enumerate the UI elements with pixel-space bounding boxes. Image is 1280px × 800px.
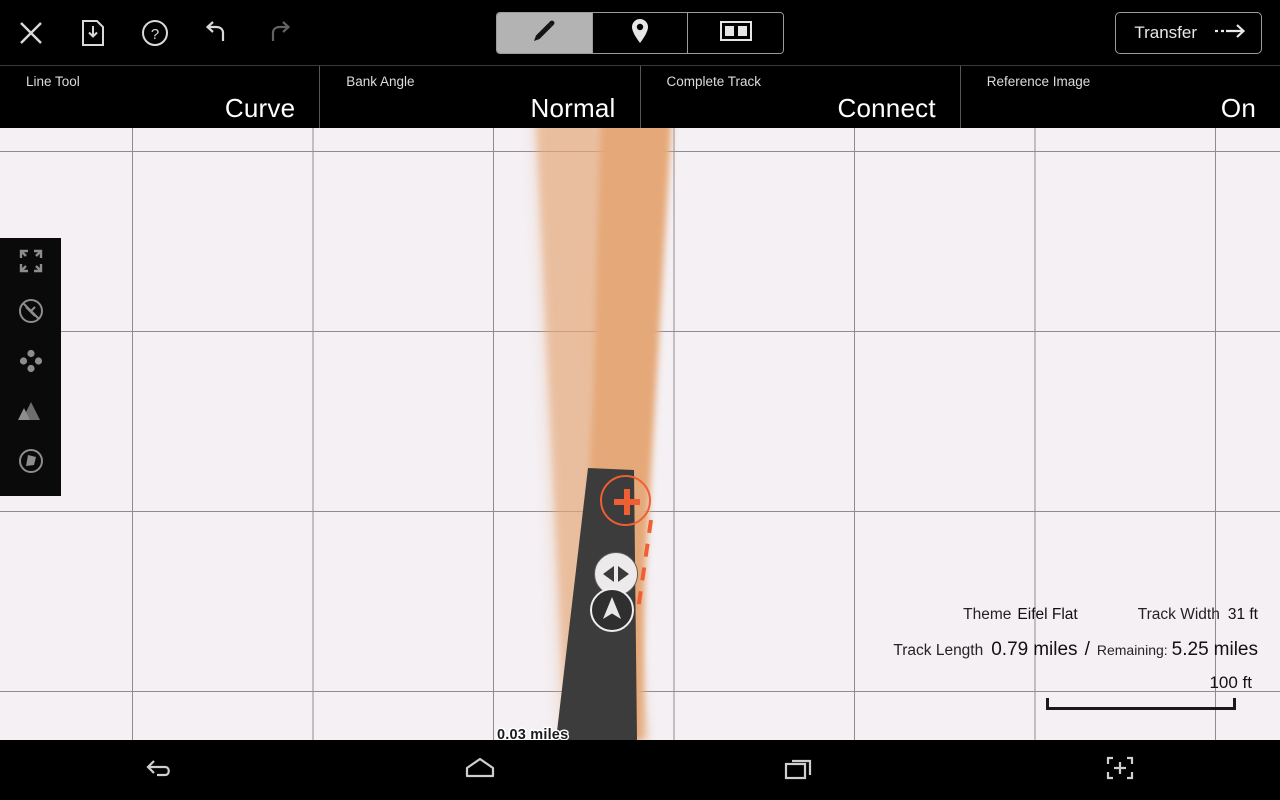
android-recents-icon <box>784 755 816 786</box>
android-recents-button[interactable] <box>640 755 960 786</box>
theme-label: Theme <box>963 606 1012 623</box>
navigation-arrow-icon <box>599 594 625 627</box>
remaining-value: 5.25 <box>1171 639 1209 660</box>
direction-handle[interactable] <box>590 588 634 632</box>
layers-icon <box>18 448 44 479</box>
option-reference-image-value: On <box>1220 93 1256 123</box>
scale-indicator: 100 ft <box>1046 673 1258 711</box>
scale-value: 100 ft <box>1209 673 1252 692</box>
android-navigation-bar <box>0 740 1280 800</box>
track-length-label: Track Length <box>893 642 984 659</box>
fullscreen-icon <box>18 248 44 279</box>
info-separator: / <box>1084 639 1090 660</box>
option-complete-track[interactable]: Complete Track Connect <box>641 66 961 128</box>
close-button[interactable] <box>0 0 62 66</box>
android-back-icon <box>143 755 177 786</box>
four-dots-icon <box>18 348 44 379</box>
add-node-handle[interactable] <box>600 475 651 526</box>
save-icon <box>81 19 105 47</box>
remaining-label: Remaining: <box>1096 642 1168 658</box>
option-bank-angle-value: Normal <box>530 93 616 123</box>
remaining-unit: miles <box>1213 639 1258 660</box>
option-complete-track-label: Complete Track <box>666 74 762 89</box>
segment-distance-label: 0.03 miles <box>497 727 569 740</box>
left-tool-rail <box>0 238 61 496</box>
fullscreen-button[interactable] <box>0 238 61 288</box>
option-reference-image-label: Reference Image <box>986 74 1091 89</box>
tab-markers[interactable] <box>592 13 689 53</box>
map-pin-icon <box>629 17 651 50</box>
redo-button[interactable] <box>248 0 310 66</box>
option-line-tool[interactable]: Line Tool Curve <box>0 66 321 128</box>
undo-icon <box>203 20 231 46</box>
terrain-icon <box>17 399 45 428</box>
app-root: ? Transfer Line Tool Curve Bank Angle No… <box>0 0 1280 800</box>
option-complete-track-value: Connect <box>837 93 936 123</box>
close-icon <box>18 20 44 46</box>
tab-draw[interactable] <box>497 13 593 53</box>
top-toolbar: ? Transfer <box>0 0 1280 66</box>
track-width-label: Track Width <box>1137 606 1220 623</box>
track-info-panel: Theme Eifel Flat Track Width 31 ft Track… <box>838 606 1258 661</box>
tab-split-view[interactable] <box>688 13 783 53</box>
android-home-icon <box>463 755 497 786</box>
option-reference-image[interactable]: Reference Image On <box>961 66 1280 128</box>
layers-button[interactable] <box>0 438 61 488</box>
arrow-right-icon <box>618 566 629 582</box>
track-width-value: 31 ft <box>1227 606 1258 623</box>
theme-value: Eifel Flat <box>1017 606 1078 623</box>
arrow-right-icon <box>1213 21 1247 46</box>
android-screenshot-button[interactable] <box>960 755 1280 786</box>
transfer-label: Transfer <box>1134 23 1197 42</box>
four-dots-button[interactable] <box>0 338 61 388</box>
undo-button[interactable] <box>186 0 248 66</box>
android-back-button[interactable] <box>0 755 320 786</box>
option-line-tool-label: Line Tool <box>26 74 80 89</box>
help-button[interactable]: ? <box>124 0 186 66</box>
arrow-left-icon <box>603 566 614 582</box>
save-button[interactable] <box>62 0 124 66</box>
android-screenshot-icon <box>1105 755 1135 786</box>
option-bank-angle-label: Bank Angle <box>346 74 415 89</box>
scale-bar-line <box>1046 707 1236 710</box>
scale-bar <box>1046 698 1258 711</box>
redo-icon <box>265 20 293 46</box>
terrain-button[interactable] <box>0 388 61 438</box>
transfer-button[interactable]: Transfer <box>1115 12 1262 54</box>
scale-bar-tick-start <box>1046 698 1049 710</box>
view-mode-segmented-control[interactable] <box>496 12 784 54</box>
pencil-icon <box>531 18 557 49</box>
options-bar: Line Tool Curve Bank Angle Normal Comple… <box>0 66 1280 128</box>
option-bank-angle[interactable]: Bank Angle Normal <box>320 66 641 128</box>
scale-bar-tick-end <box>1233 698 1236 710</box>
help-icon: ? <box>141 19 169 47</box>
option-line-tool-value: Curve <box>224 93 296 123</box>
no-snap-button[interactable] <box>0 288 61 338</box>
android-home-button[interactable] <box>320 755 640 786</box>
no-snap-icon <box>18 298 44 329</box>
track-canvas[interactable]: 0.03 miles Theme Eifel Flat Track Width … <box>0 128 1280 740</box>
track-length-unit: miles <box>1033 639 1078 660</box>
track-length-value: 0.79 <box>991 639 1029 660</box>
toolbar-icon-group: ? <box>0 0 310 66</box>
svg-text:?: ? <box>151 26 159 43</box>
split-view-icon <box>719 20 752 46</box>
